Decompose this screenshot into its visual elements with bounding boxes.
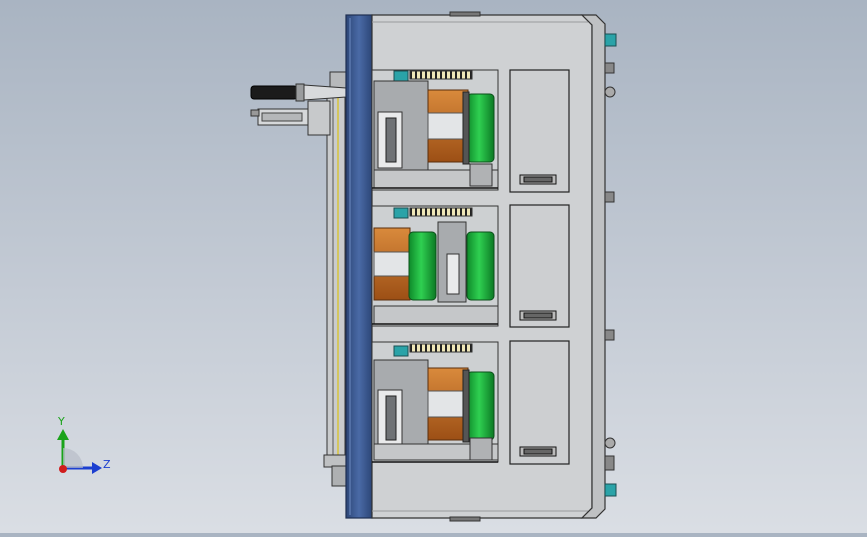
- z-axis-label: Z: [103, 458, 111, 471]
- access-door-1[interactable]: [509, 69, 570, 193]
- module-2[interactable]: [371, 205, 499, 327]
- coordinate-triad: Y Z: [57, 415, 111, 474]
- pneumatic-fittings[interactable]: [604, 33, 617, 497]
- access-door-3[interactable]: [509, 340, 570, 465]
- blue-side-plate[interactable]: [345, 14, 373, 519]
- module-3[interactable]: [371, 341, 499, 463]
- y-axis-label: Y: [57, 415, 65, 428]
- cad-viewport[interactable]: Y Z: [0, 0, 867, 533]
- access-door-2[interactable]: [509, 204, 570, 328]
- module-1[interactable]: [371, 69, 499, 191]
- origin-marker: [59, 465, 67, 473]
